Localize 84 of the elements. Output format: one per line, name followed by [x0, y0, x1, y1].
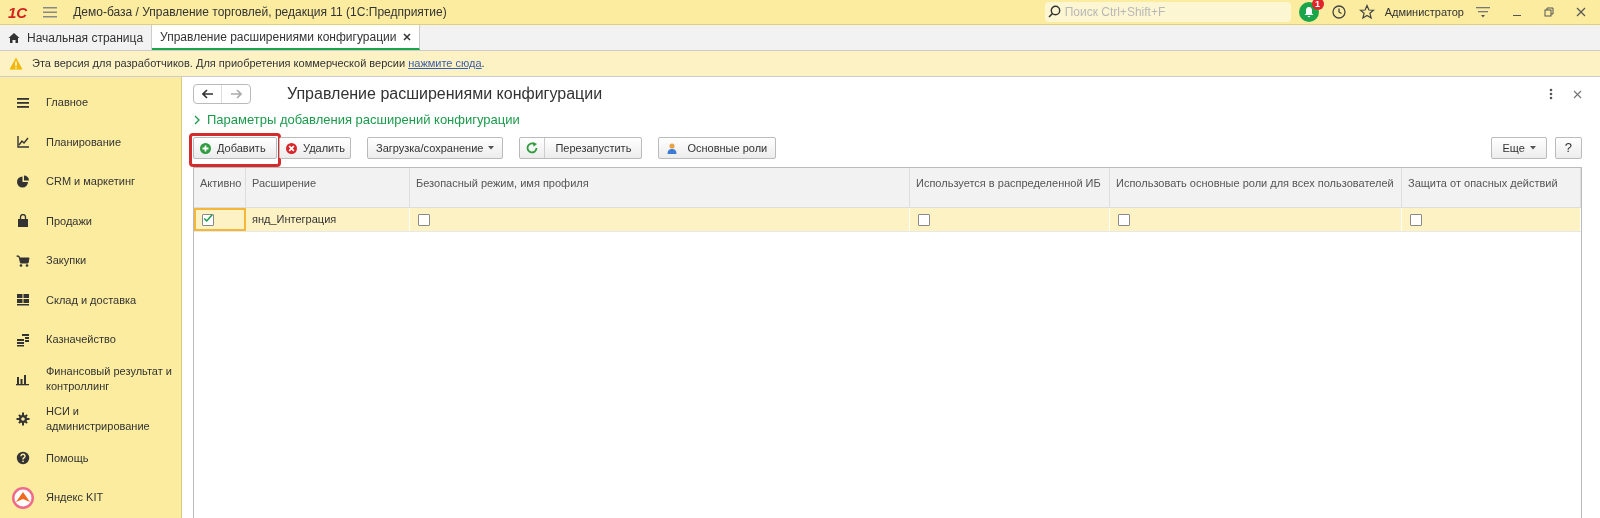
form-title: Управление расширениями конфигурации — [287, 84, 603, 104]
refresh-icon — [526, 142, 539, 154]
plus-circle-icon — [200, 142, 211, 154]
column-header[interactable]: Активно — [194, 168, 246, 207]
caret-icon — [1529, 146, 1536, 150]
warning-icon — [9, 57, 23, 70]
sidebar-label: НСИ и администрирование — [46, 403, 151, 434]
sidebar-label: Продажи — [46, 213, 93, 229]
sidebar-label: Закупки — [46, 253, 88, 269]
section-icon — [16, 372, 30, 387]
notification-count: 1 — [1311, 0, 1324, 10]
section-icon — [16, 135, 30, 150]
checkbox[interactable] — [418, 213, 430, 226]
sidebar-item[interactable]: НСИ и администрирование — [0, 399, 181, 439]
restore-icon[interactable] — [1544, 7, 1554, 17]
cross-circle-icon — [286, 142, 297, 154]
table-row[interactable]: янд_Интеграция — [194, 208, 1581, 232]
sidebar-label: Главное — [46, 95, 90, 111]
section-icon — [16, 411, 30, 426]
sidebar-item[interactable]: Закупки — [0, 241, 181, 281]
checkbox[interactable] — [1118, 213, 1130, 226]
sidebar-item[interactable]: Помощь — [0, 438, 181, 478]
more-icon[interactable] — [1549, 88, 1553, 100]
arrow-left-icon — [201, 89, 214, 99]
sidebar-item[interactable]: CRM и маркетинг — [0, 162, 181, 202]
column-header[interactable]: Безопасный режим, имя профиля — [410, 168, 910, 207]
load-save-dropdown[interactable]: Загрузка/сохранение — [367, 137, 504, 159]
checkbox[interactable] — [1410, 213, 1422, 226]
sidebar-label: Финансовый результат и контроллинг — [46, 364, 173, 395]
bell-icon[interactable] — [1298, 2, 1319, 22]
person-icon — [667, 142, 678, 154]
caret-icon — [488, 146, 495, 150]
checkbox[interactable] — [918, 213, 930, 226]
banner-text: Эта версия для разработчиков. Для приобретения коммерческой версии нажмите сюда. — [32, 56, 485, 72]
search-field[interactable]: Поиск Ctrl+Shift+F — [1044, 2, 1291, 22]
sidebar-item[interactable]: Склад и доставка — [0, 280, 181, 320]
delete-button[interactable]: Удалить — [279, 137, 351, 159]
purchase-link[interactable]: нажмите сюда — [408, 57, 482, 70]
column-header[interactable]: Использовать основные роли для всех пользователей — [1110, 168, 1402, 207]
section-icon — [16, 95, 30, 110]
more-dropdown[interactable]: Еще — [1491, 137, 1547, 159]
section-icon — [16, 451, 30, 466]
sidebar-item[interactable]: Финансовый результат и контроллинг — [0, 359, 181, 399]
table-cell: янд_Интеграция — [246, 208, 410, 231]
user-name[interactable]: Администратор — [1384, 3, 1464, 21]
tab[interactable]: Управление расширениями конфигурации — [152, 25, 421, 50]
sidebar-label: Склад и доставка — [46, 292, 138, 308]
sidebar-item[interactable]: Яндекс KIT — [0, 478, 181, 518]
section-icon — [16, 332, 30, 347]
column-header[interactable]: Используется в распределенной ИБ — [910, 168, 1110, 207]
chevron-icon — [193, 115, 201, 125]
add-button[interactable]: Добавить — [193, 137, 277, 159]
sidebar-item[interactable]: Продажи — [0, 201, 181, 241]
restart-button[interactable]: Перезапустить — [519, 137, 643, 159]
sidebar-label: Планирование — [46, 134, 123, 150]
column-header[interactable]: Расширение — [246, 168, 410, 207]
sidebar-label: Яндекс KIT — [46, 490, 105, 506]
main-roles-button[interactable]: Основные роли — [658, 137, 777, 159]
settings-menu-icon[interactable] — [1476, 6, 1490, 18]
close-icon[interactable] — [1576, 7, 1586, 17]
section-toggle[interactable]: Параметры добавления расширений конфигурации — [193, 111, 520, 129]
sidebar-item[interactable]: Казначейство — [0, 320, 181, 360]
section-icon — [16, 174, 30, 189]
search-icon — [1047, 5, 1061, 18]
home-icon — [8, 31, 20, 44]
column-header[interactable]: Защита от опасных действий — [1402, 168, 1581, 207]
favorites-icon[interactable] — [1358, 4, 1375, 20]
close-icon[interactable] — [403, 32, 412, 41]
sidebar-label: Казначейство — [46, 332, 117, 348]
sidebar-item[interactable]: Главное — [0, 83, 181, 123]
checkbox[interactable] — [202, 213, 214, 226]
sidebar-label: Помощь — [46, 450, 90, 466]
menu-icon[interactable] — [43, 6, 58, 18]
window-title: Демо-база / Управление торговлей, редакция 11 (1С:Предприятие) — [73, 4, 447, 21]
triangle-logo-icon — [12, 486, 34, 509]
help-button[interactable]: ? — [1554, 137, 1582, 159]
section-icon — [16, 293, 30, 308]
sidebar-label: CRM и маркетинг — [46, 174, 137, 190]
section-icon — [16, 214, 30, 229]
app-logo: 1С — [8, 4, 28, 20]
sidebar-item[interactable]: Планирование — [0, 122, 181, 162]
section-icon — [16, 253, 30, 268]
arrow-right-icon — [230, 89, 242, 99]
history-icon[interactable] — [1330, 4, 1347, 20]
